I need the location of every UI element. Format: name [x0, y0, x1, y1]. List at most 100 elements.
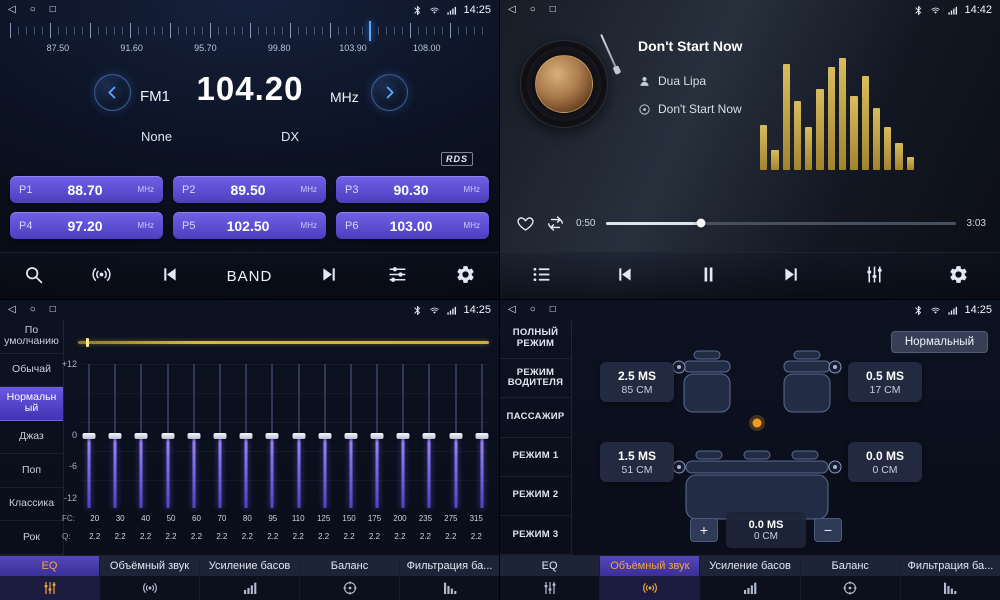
playlist-button[interactable]	[531, 264, 552, 288]
home-icon[interactable]: ○	[30, 5, 36, 15]
eq-band-slider[interactable]	[239, 364, 253, 508]
slider-knob[interactable]	[266, 433, 279, 439]
surround-mode-item[interactable]: РЕЖИМ 3	[500, 516, 571, 555]
front-right-delay[interactable]: 0.5 MS 17 CM	[848, 362, 922, 402]
favorite-icon[interactable]	[516, 214, 535, 233]
slider-knob[interactable]	[475, 433, 488, 439]
slider-knob[interactable]	[292, 433, 305, 439]
eq-band-slider[interactable]	[422, 364, 436, 508]
eq-band-slider[interactable]	[292, 364, 306, 508]
eq-band-slider[interactable]	[318, 364, 332, 508]
eq-preset-item[interactable]: Рок	[0, 521, 63, 555]
home-icon[interactable]: ○	[530, 305, 536, 315]
radio-preset-button[interactable]: P188.70MHz	[10, 176, 163, 203]
slider-knob[interactable]	[161, 433, 174, 439]
back-icon[interactable]: ◁	[8, 5, 16, 15]
tab-balance[interactable]: Баланс	[801, 556, 901, 600]
slider-knob[interactable]	[423, 433, 436, 439]
seek-bar[interactable]	[606, 222, 955, 225]
settings-button[interactable]	[948, 264, 969, 288]
sound-profile-button[interactable]: Нормальный	[891, 331, 988, 353]
next-station-button[interactable]	[319, 264, 340, 288]
eq-preset-item[interactable]: Нормальный	[0, 387, 63, 421]
settings-button[interactable]	[455, 264, 476, 288]
pause-button[interactable]	[698, 264, 719, 288]
back-icon[interactable]: ◁	[508, 5, 516, 15]
tune-down-button[interactable]	[94, 74, 131, 111]
eq-preset-item[interactable]: Классика	[0, 488, 63, 522]
radio-preset-button[interactable]: P497.20MHz	[10, 212, 163, 239]
radio-preset-button[interactable]: P5102.50MHz	[173, 212, 326, 239]
rear-right-delay[interactable]: 0.0 MS 0 CM	[848, 442, 922, 482]
eq-band-slider[interactable]	[396, 364, 410, 508]
back-icon[interactable]: ◁	[508, 305, 516, 315]
tab-balance[interactable]: Баланс	[300, 556, 400, 600]
repeat-icon[interactable]	[546, 214, 565, 233]
back-icon[interactable]: ◁	[8, 305, 16, 315]
increase-delay-button[interactable]: +	[690, 518, 718, 542]
radio-preset-button[interactable]: P6103.00MHz	[336, 212, 489, 239]
master-level-slider[interactable]	[78, 341, 489, 344]
tune-up-button[interactable]	[371, 74, 408, 111]
eq-band-slider[interactable]	[82, 364, 96, 508]
band-button[interactable]: BAND	[227, 268, 273, 285]
eq-band-slider[interactable]	[213, 364, 227, 508]
eq-band-slider[interactable]	[108, 364, 122, 508]
eq-preset-item[interactable]: Джаз	[0, 421, 63, 455]
tab-filter[interactable]: Фильтрация ба...	[400, 556, 499, 600]
tab-eq[interactable]: EQ	[500, 556, 600, 600]
decrease-delay-button[interactable]: −	[814, 518, 842, 542]
slider-knob[interactable]	[344, 433, 357, 439]
slider-knob[interactable]	[318, 433, 331, 439]
tab-bass[interactable]: Усиление басов	[700, 556, 800, 600]
recents-icon[interactable]: □	[50, 305, 56, 315]
scan-stations-button[interactable]	[91, 264, 112, 288]
previous-station-button[interactable]	[159, 264, 180, 288]
eq-preset-item[interactable]: Обычай	[0, 354, 63, 388]
frequency-pointer[interactable]	[369, 21, 371, 41]
eq-preset-item[interactable]: По умолчанию	[0, 320, 63, 354]
frequency-scale[interactable]: 87.5091.6095.7099.80103.90108.00	[10, 23, 489, 63]
tab-surround[interactable]: Объёмный звук	[100, 556, 200, 600]
eq-band-slider[interactable]	[134, 364, 148, 508]
surround-mode-item[interactable]: РЕЖИМ 1	[500, 438, 571, 477]
eq-band-slider[interactable]	[475, 364, 489, 508]
search-button[interactable]	[23, 264, 44, 288]
front-left-delay[interactable]: 2.5 MS 85 CM	[600, 362, 674, 402]
previous-track-button[interactable]	[614, 264, 635, 288]
slider-knob[interactable]	[397, 433, 410, 439]
radio-preset-button[interactable]: P390.30MHz	[336, 176, 489, 203]
surround-mode-item[interactable]: ПАССАЖИР	[500, 398, 571, 437]
tab-eq[interactable]: EQ	[0, 556, 100, 600]
home-icon[interactable]: ○	[30, 305, 36, 315]
rear-left-delay[interactable]: 1.5 MS 51 CM	[600, 442, 674, 482]
slider-knob[interactable]	[371, 433, 384, 439]
eq-band-slider[interactable]	[344, 364, 358, 508]
audio-settings-button[interactable]	[387, 264, 408, 288]
slider-knob[interactable]	[83, 433, 96, 439]
eq-band-slider[interactable]	[161, 364, 175, 508]
home-icon[interactable]: ○	[530, 5, 536, 15]
slider-knob[interactable]	[187, 433, 200, 439]
slider-knob[interactable]	[109, 433, 122, 439]
recents-icon[interactable]: □	[550, 305, 556, 315]
surround-mode-item[interactable]: РЕЖИМ 2	[500, 477, 571, 516]
eq-band-slider[interactable]	[370, 364, 384, 508]
slider-knob[interactable]	[449, 433, 462, 439]
eq-band-slider[interactable]	[449, 364, 463, 508]
slider-knob[interactable]	[135, 433, 148, 439]
tab-bass[interactable]: Усиление басов	[200, 556, 300, 600]
radio-preset-button[interactable]: P289.50MHz	[173, 176, 326, 203]
next-track-button[interactable]	[781, 264, 802, 288]
eq-band-slider[interactable]	[265, 364, 279, 508]
slider-knob[interactable]	[240, 433, 253, 439]
equalizer-button[interactable]	[864, 264, 885, 288]
recents-icon[interactable]: □	[50, 5, 56, 15]
eq-preset-item[interactable]: Поп	[0, 454, 63, 488]
eq-band-slider[interactable]	[187, 364, 201, 508]
surround-mode-item[interactable]: ПОЛНЫЙ РЕЖИМ	[500, 320, 571, 359]
progress-knob[interactable]	[696, 219, 705, 228]
tab-filter[interactable]: Фильтрация ба...	[901, 556, 1000, 600]
tab-surround[interactable]: Объёмный звук	[600, 556, 700, 600]
surround-mode-item[interactable]: РЕЖИМ ВОДИТЕЛЯ	[500, 359, 571, 398]
